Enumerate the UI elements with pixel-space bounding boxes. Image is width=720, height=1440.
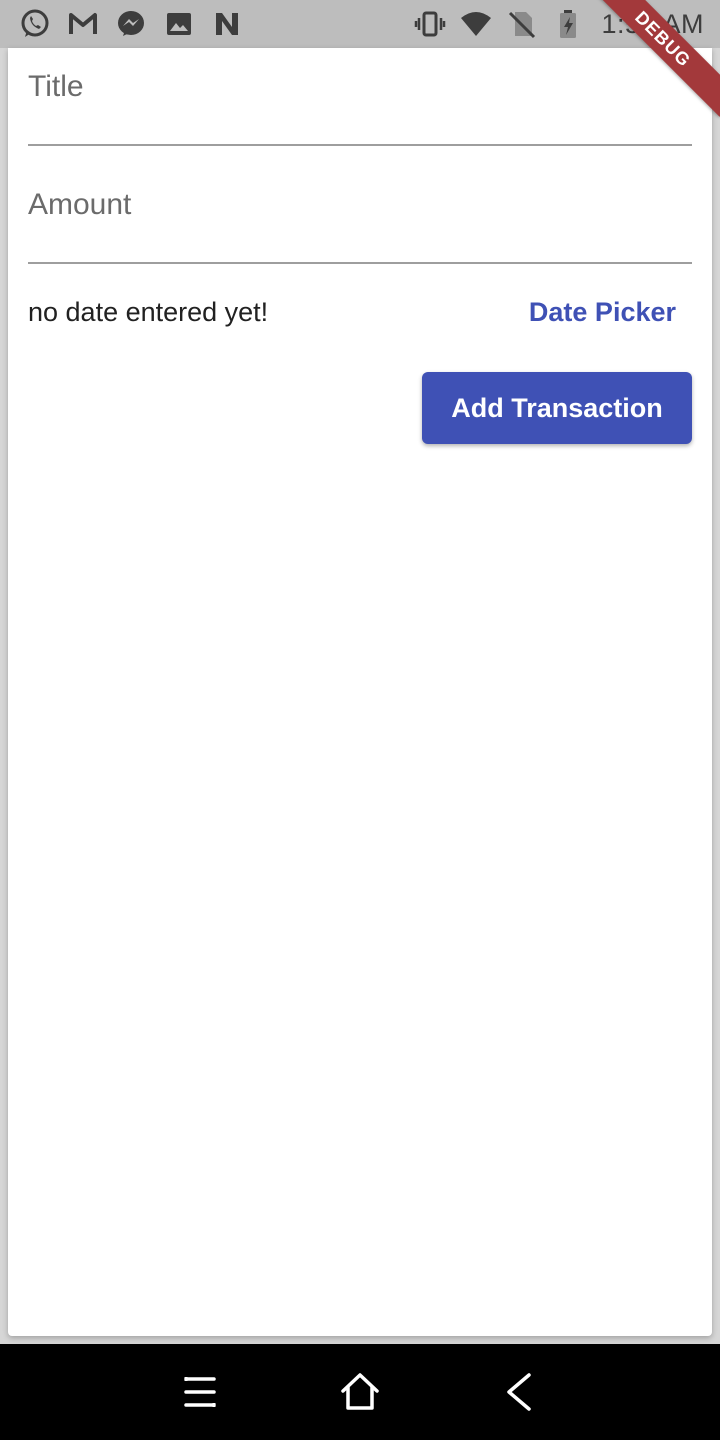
date-picker-button[interactable]: Date Picker — [529, 297, 676, 328]
wifi-icon — [459, 7, 493, 41]
add-transaction-sheet: Title Amount no date entered yet! Date P… — [8, 48, 712, 1336]
amount-field[interactable]: Amount — [28, 166, 692, 264]
add-transaction-button[interactable]: Add Transaction — [422, 372, 692, 444]
title-field[interactable]: Title — [28, 48, 692, 146]
messenger-icon — [114, 7, 148, 41]
notification-icons — [18, 7, 244, 41]
date-status-text: no date entered yet! — [28, 296, 269, 327]
home-icon[interactable] — [335, 1367, 385, 1417]
back-icon[interactable] — [495, 1367, 545, 1417]
amount-input[interactable] — [28, 166, 692, 262]
whatsapp-icon — [18, 7, 52, 41]
gallery-icon — [162, 7, 196, 41]
menu-icon[interactable] — [175, 1367, 225, 1417]
battery-icon — [551, 7, 585, 41]
screen: 1:54 AM DEBUG Title Amount no date enter… — [0, 0, 720, 1440]
app-n-icon — [210, 7, 244, 41]
no-sim-icon — [505, 7, 539, 41]
date-row: no date entered yet! Date Picker — [28, 290, 692, 334]
vibrate-icon — [413, 7, 447, 41]
title-input[interactable] — [28, 48, 692, 144]
gmail-icon — [66, 7, 100, 41]
navigation-bar — [0, 1344, 720, 1440]
